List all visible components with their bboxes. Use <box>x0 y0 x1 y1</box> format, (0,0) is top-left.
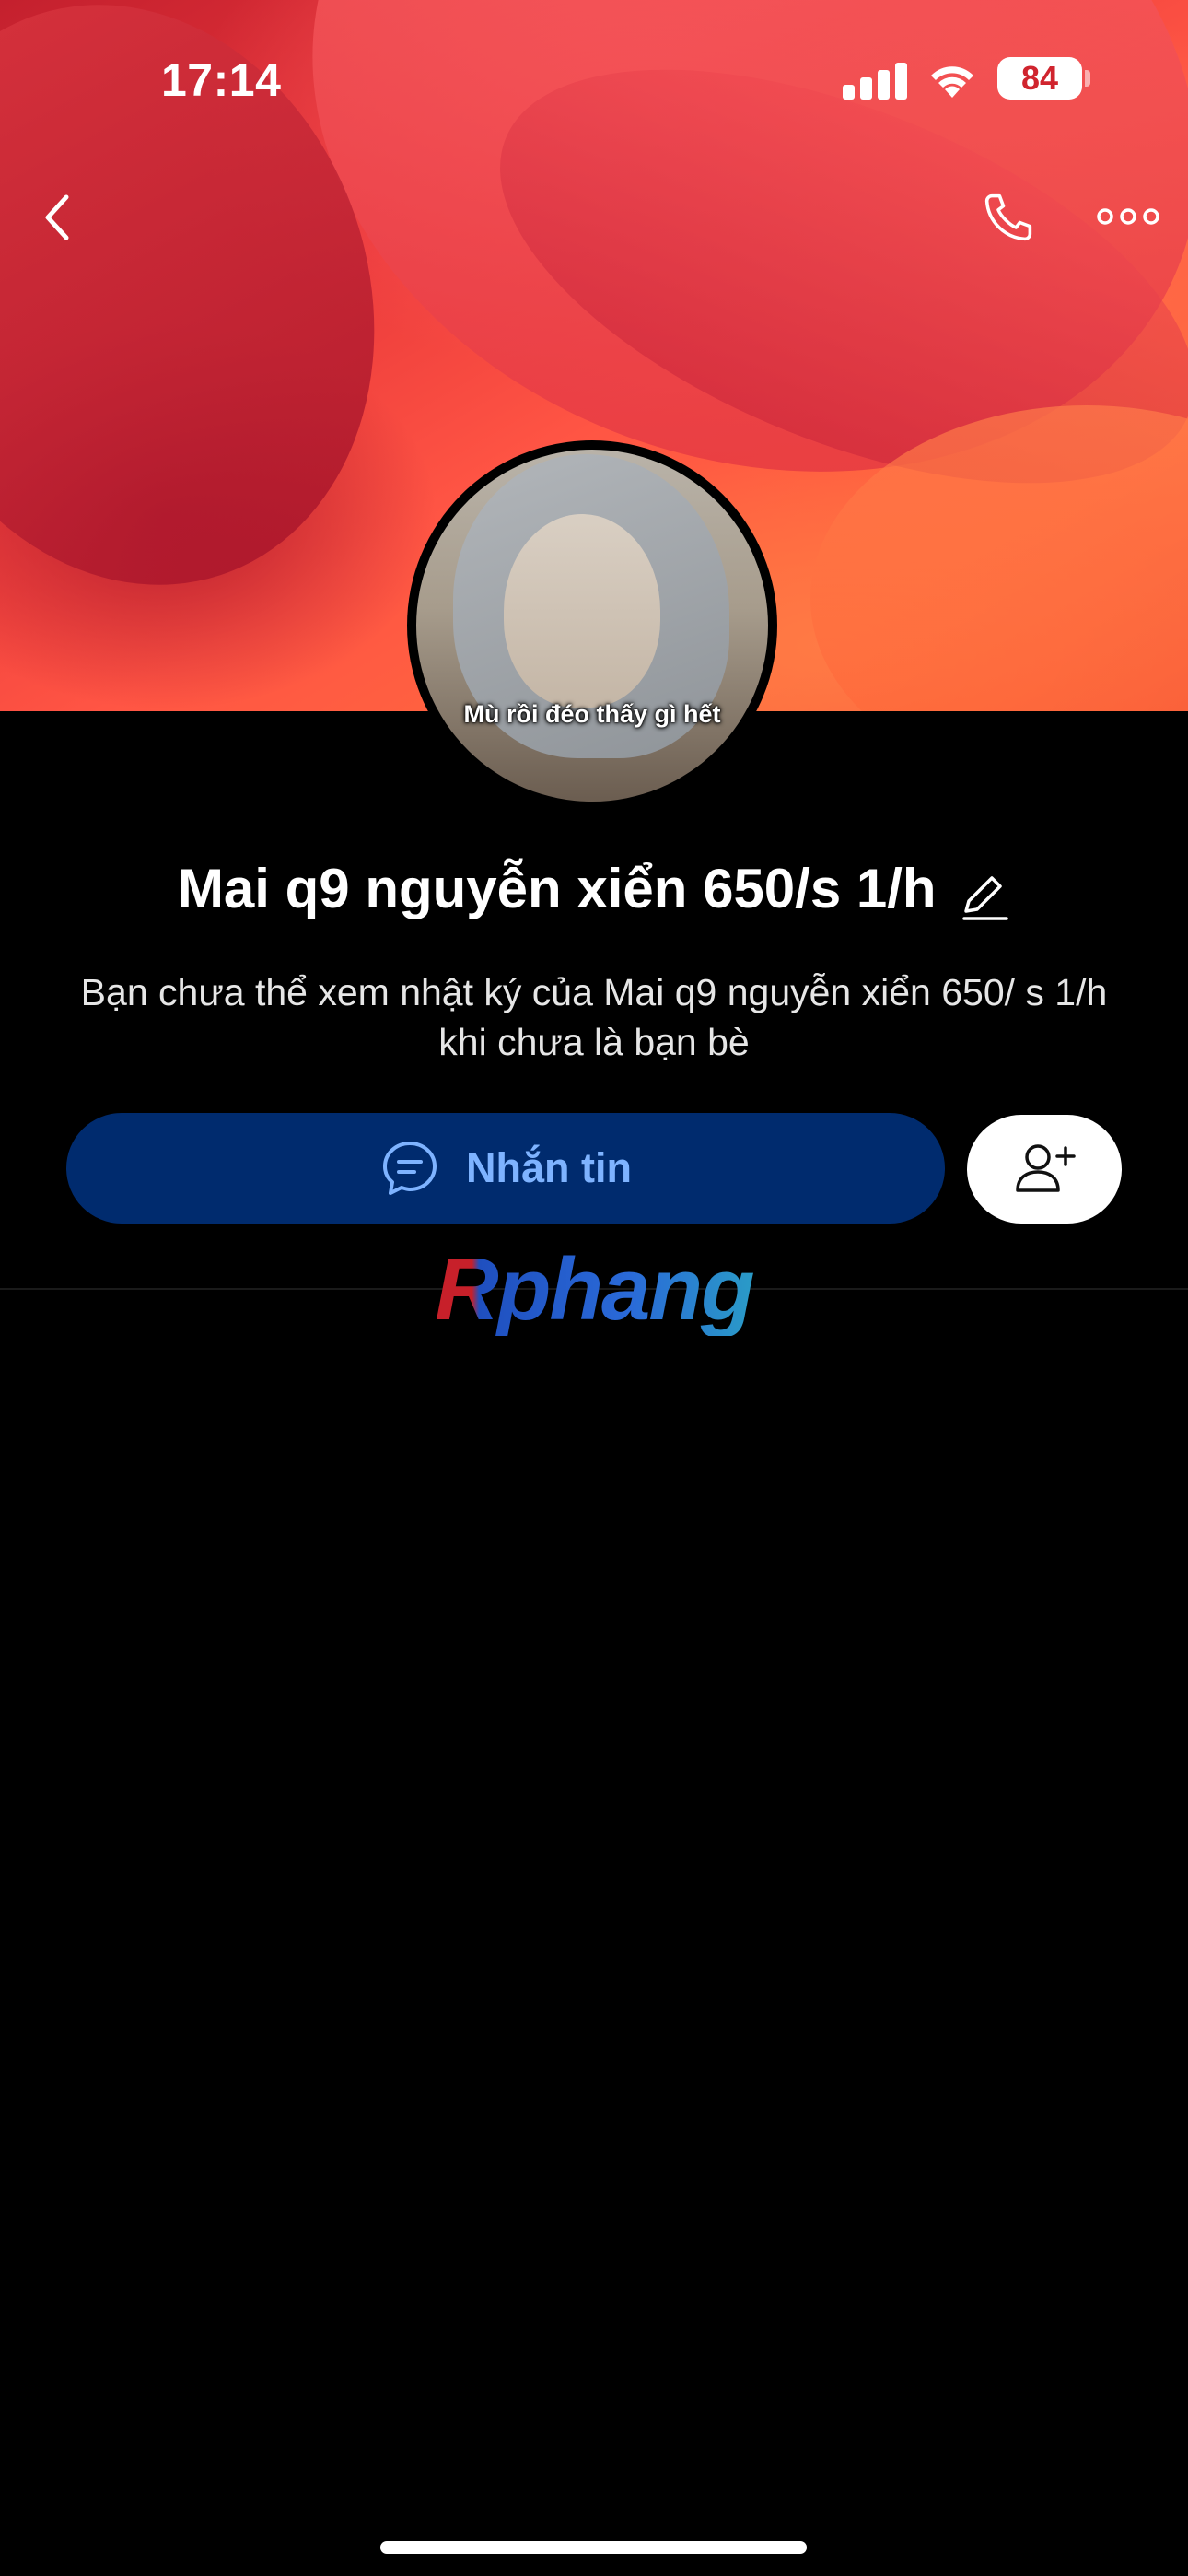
message-button-label: Nhắn tin <box>466 1144 632 1191</box>
battery-level: 84 <box>1020 59 1059 97</box>
back-button[interactable] <box>28 184 87 251</box>
phone-icon <box>984 193 1032 241</box>
diary-locked-notice: Bạn chưa thể xem nhật ký của Mai q9 nguy… <box>80 971 1108 1063</box>
add-friend-button[interactable] <box>967 1115 1122 1224</box>
chevron-left-icon <box>45 194 69 240</box>
wifi-icon <box>931 66 973 98</box>
profile-name-row: Mai q9 nguyễn xiển 650/s 1/h <box>0 857 1188 927</box>
status-time: 17:14 <box>161 54 282 106</box>
cellular-signal-icon <box>843 61 907 100</box>
add-user-icon <box>1016 1144 1076 1192</box>
chat-bubble-icon <box>383 1142 437 1195</box>
avatar-caption: Mù rồi đéo thấy gì hết <box>463 700 721 728</box>
pencil-icon <box>962 876 1008 921</box>
call-button[interactable] <box>972 184 1045 251</box>
edit-name-button[interactable] <box>957 869 1010 927</box>
home-indicator[interactable] <box>380 2541 807 2554</box>
message-button[interactable]: Nhắn tin <box>66 1113 945 1224</box>
more-horizontal-icon <box>1097 208 1159 225</box>
avatar[interactable]: Mù rồi đéo thấy gì hết <box>407 440 777 811</box>
battery-tip <box>1085 70 1090 87</box>
more-button[interactable] <box>1091 189 1165 244</box>
battery-icon: 84 <box>997 57 1082 100</box>
avatar-image: Mù rồi đéo thấy gì hết <box>416 450 768 802</box>
watermark: Rphang <box>414 1244 774 1336</box>
profile-name: Mai q9 nguyễn xiển 650/s 1/h <box>177 858 937 919</box>
